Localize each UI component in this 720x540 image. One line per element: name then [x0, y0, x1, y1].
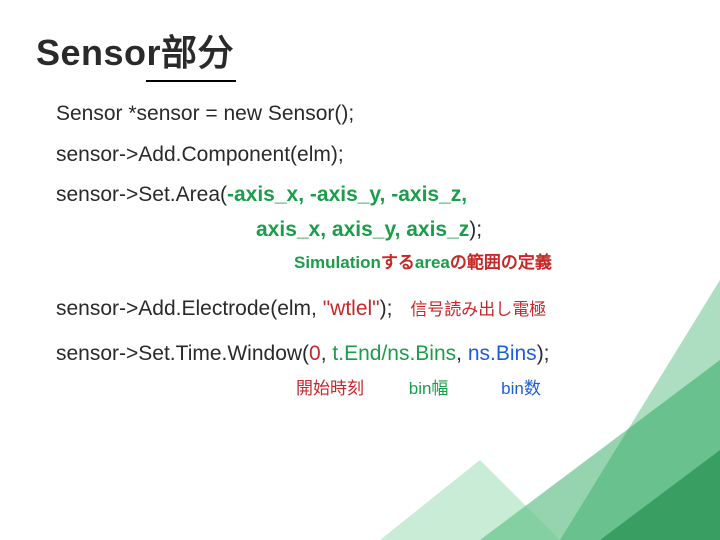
code-text: );: [537, 342, 550, 365]
electrode-arg: "wtlel": [323, 297, 380, 320]
label-bin-count: bin数: [501, 374, 541, 399]
annotation-area: Simulationするareaの範囲の定義: [56, 248, 680, 273]
setarea-neg-args: -axis_x, -axis_y, -axis_z,: [227, 183, 467, 206]
code-text: );: [469, 218, 482, 241]
label-start-time: 開始時刻: [296, 374, 364, 399]
code-text: sensor->Set.Area(: [56, 183, 227, 206]
code-text: ,: [456, 342, 468, 365]
code-text: );: [380, 297, 393, 320]
annotation-timewindow: 開始時刻 bin幅 bin数: [56, 374, 680, 399]
code-line-addcomponent: sensor->Add.Component(elm);: [56, 139, 680, 172]
anno-text: する: [381, 253, 415, 272]
slide: Sensor部分 Sensor *sensor = new Sensor(); …: [0, 0, 720, 540]
tw-arg-nbins: ns.Bins: [468, 342, 537, 365]
title-underline: [146, 80, 236, 82]
code-text: ,: [321, 342, 333, 365]
code-line-setarea-2: axis_x, axis_y, axis_z);: [56, 214, 680, 247]
anno-text: Simulation: [294, 253, 381, 272]
decor-triangle: [600, 450, 720, 540]
label-bin-width: bin幅: [409, 374, 449, 399]
annotation-electrode: 信号読み出し電極: [410, 300, 546, 319]
decor-triangle: [380, 460, 560, 540]
title-text: Sensor部分: [36, 32, 234, 73]
code-line-settimewindow: sensor->Set.Time.Window(0, t.End/ns.Bins…: [56, 338, 680, 371]
slide-body: Sensor *sensor = new Sensor(); sensor->A…: [56, 98, 680, 399]
tw-arg-start: 0: [309, 342, 321, 365]
code-line-new: Sensor *sensor = new Sensor();: [56, 98, 680, 131]
code-line-setarea-1: sensor->Set.Area(-axis_x, -axis_y, -axis…: [56, 179, 680, 212]
code-text: sensor->Set.Time.Window(: [56, 342, 309, 365]
slide-title: Sensor部分: [36, 24, 234, 76]
code-line-addelectrode: sensor->Add.Electrode(elm, "wtlel"); 信号読…: [56, 293, 680, 326]
setarea-pos-args: axis_x, axis_y, axis_z: [256, 218, 469, 241]
anno-text: area: [415, 253, 450, 272]
tw-arg-binwidth: t.End/ns.Bins: [332, 342, 456, 365]
anno-text: の範囲の定義: [450, 253, 552, 272]
code-text: sensor->Add.Electrode(elm,: [56, 297, 323, 320]
